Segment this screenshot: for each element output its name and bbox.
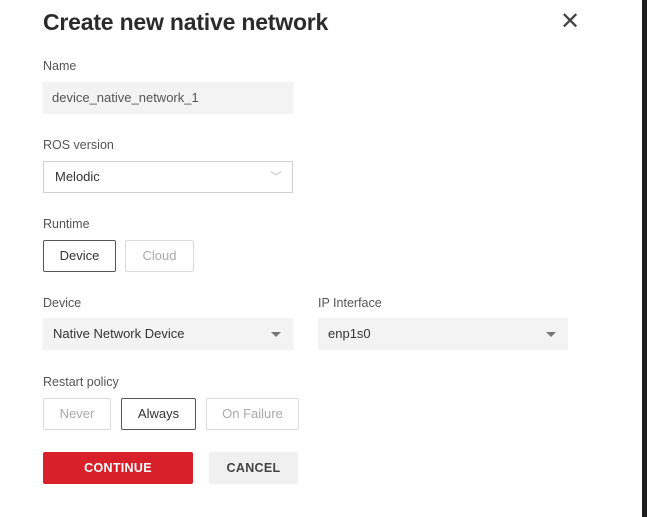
ros-version-select[interactable]: Melodic ﹀ xyxy=(43,161,293,193)
ros-version-value: Melodic xyxy=(55,169,100,184)
ros-version-label: ROS version xyxy=(43,138,114,152)
runtime-cloud-option[interactable]: Cloud xyxy=(125,240,194,272)
window-edge xyxy=(642,0,647,517)
ip-interface-label: IP Interface xyxy=(318,296,382,310)
device-dropdown[interactable]: Native Network Device xyxy=(43,318,293,350)
device-label: Device xyxy=(43,296,82,310)
close-icon[interactable]: ✕ xyxy=(559,10,581,34)
caret-down-icon xyxy=(546,332,556,337)
restart-never-option[interactable]: Never xyxy=(43,398,111,430)
continue-button[interactable]: CONTINUE xyxy=(43,452,193,484)
restart-policy-label: Restart policy xyxy=(43,375,119,389)
cancel-button[interactable]: CANCEL xyxy=(209,452,298,484)
dialog-title: Create new native network xyxy=(43,9,329,35)
name-input[interactable]: device_native_network_1 xyxy=(43,82,293,114)
runtime-label: Runtime xyxy=(43,217,90,231)
restart-on-failure-option[interactable]: On Failure xyxy=(206,398,299,430)
device-value: Native Network Device xyxy=(53,326,185,341)
chevron-down-icon: ﹀ xyxy=(269,170,282,184)
caret-down-icon xyxy=(271,332,281,337)
name-label: Name xyxy=(43,59,77,73)
ip-interface-value: enp1s0 xyxy=(328,326,371,341)
restart-always-option[interactable]: Always xyxy=(121,398,196,430)
runtime-device-option[interactable]: Device xyxy=(43,240,116,272)
ip-interface-dropdown[interactable]: enp1s0 xyxy=(318,318,568,350)
